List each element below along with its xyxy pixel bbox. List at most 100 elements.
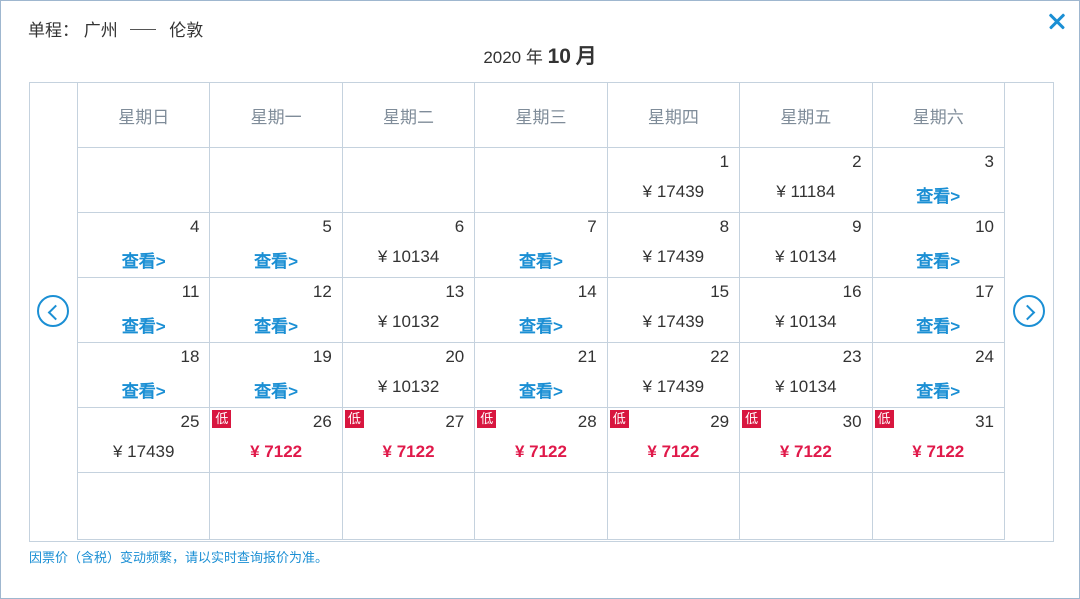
view-fare-link[interactable]: 查看> — [78, 312, 209, 337]
day-number: 25 — [180, 412, 200, 431]
calendar-day-cell[interactable]: 10 查看> — [871, 212, 1006, 278]
calendar-empty-cell — [209, 472, 343, 540]
calendar-week-row: 25 ¥ 17439 低 26 ¥ 7122 低 27 ¥ 7122 低 28 ¥ 7122 低 29 ¥… — [76, 407, 1006, 473]
route-summary: 单程： 广州 伦敦 — [28, 16, 203, 41]
view-fare-link[interactable]: 查看> — [210, 247, 341, 272]
fare-price[interactable]: ¥ 10134 — [740, 377, 871, 397]
calendar-day-cell[interactable]: 23 ¥ 10134 — [739, 342, 873, 408]
calendar-day-cell[interactable]: 18 查看> — [76, 342, 211, 408]
day-number: 30 — [842, 412, 862, 431]
fare-price[interactable]: ¥ 10134 — [740, 247, 871, 267]
trip-type-label: 单程： — [28, 21, 79, 40]
calendar-day-cell[interactable]: 22 ¥ 17439 — [606, 342, 741, 408]
calendar-day-cell[interactable]: 低 29 ¥ 7122 — [606, 407, 741, 473]
calendar-week-row — [76, 472, 1006, 540]
calendar-day-cell[interactable]: 低 27 ¥ 7122 — [341, 407, 476, 473]
day-number: 15 — [710, 282, 730, 301]
day-number: 13 — [445, 282, 465, 301]
weekday-header: 星期日 — [76, 82, 211, 148]
next-month-chevron-right-icon[interactable] — [1013, 295, 1045, 327]
view-fare-link[interactable]: 查看> — [873, 247, 1004, 272]
day-number: 2 — [852, 152, 862, 171]
fare-price[interactable]: ¥ 11184 — [740, 182, 871, 202]
day-number: 24 — [975, 347, 994, 366]
fare-price[interactable]: ¥ 17439 — [608, 377, 739, 397]
view-fare-link[interactable]: 查看> — [78, 247, 209, 272]
view-fare-link[interactable]: 查看> — [873, 312, 1004, 337]
prev-month-chevron-left-icon[interactable] — [37, 295, 69, 327]
calendar-day-cell[interactable]: 14 查看> — [474, 277, 608, 343]
calendar-grid: 星期日 星期一 星期二 星期三 星期四 星期五 星期六 1 ¥ 17439 2 ¥ 11184 3 查… — [76, 82, 1006, 540]
calendar-day-cell[interactable]: 19 查看> — [209, 342, 343, 408]
close-icon[interactable] — [1044, 8, 1070, 34]
lowest-fare-price[interactable]: ¥ 7122 — [343, 442, 474, 462]
calendar-day-cell[interactable]: 17 查看> — [871, 277, 1006, 343]
calendar-day-cell[interactable]: 7 查看> — [474, 212, 608, 278]
lowest-fare-price[interactable]: ¥ 7122 — [210, 442, 341, 462]
calendar-day-cell[interactable]: 20 ¥ 10132 — [341, 342, 476, 408]
day-number: 26 — [312, 412, 332, 431]
day-number: 19 — [312, 347, 332, 366]
day-number: 12 — [312, 282, 332, 301]
calendar-day-cell[interactable]: 15 ¥ 17439 — [606, 277, 741, 343]
day-number: 23 — [842, 347, 862, 366]
view-fare-link[interactable]: 查看> — [210, 312, 341, 337]
calendar-day-cell[interactable]: 6 ¥ 10134 — [341, 212, 476, 278]
calendar-day-cell[interactable]: 3 查看> — [871, 147, 1006, 213]
calendar-week-row: 18 查看> 19 查看> 20 ¥ 10132 21 查看> 22 ¥ 17439 23 ¥ 101… — [76, 342, 1006, 408]
calendar-week-row: 4 查看> 5 查看> 6 ¥ 10134 7 查看> 8 ¥ 17439 9 ¥ 10134 10 查看… — [76, 212, 1006, 278]
calendar-body: 1 ¥ 17439 2 ¥ 11184 3 查看> 4 查看> 5 查看> 6 ¥ 10134 7 查看>… — [76, 147, 1006, 540]
fare-price[interactable]: ¥ 10134 — [740, 312, 871, 332]
low-price-badge: 低 — [212, 410, 232, 428]
fare-price[interactable]: ¥ 17439 — [608, 247, 739, 267]
view-fare-link[interactable]: 查看> — [210, 377, 341, 402]
calendar-day-cell[interactable]: 12 查看> — [209, 277, 343, 343]
fare-price[interactable]: ¥ 10132 — [343, 377, 474, 397]
fare-price[interactable]: ¥ 10134 — [343, 247, 474, 267]
price-disclaimer: 因票价（含税）变动频繁，请以实时查询报价为准。 — [29, 550, 329, 565]
lowest-fare-price[interactable]: ¥ 7122 — [608, 442, 739, 462]
day-number: 11 — [181, 282, 200, 301]
fare-price[interactable]: ¥ 17439 — [78, 442, 209, 462]
calendar-day-cell[interactable]: 24 查看> — [871, 342, 1006, 408]
lowest-fare-price[interactable]: ¥ 7122 — [740, 442, 871, 462]
calendar-day-cell[interactable]: 2 ¥ 11184 — [739, 147, 873, 213]
weekday-header: 星期五 — [739, 82, 873, 148]
view-fare-link[interactable]: 查看> — [873, 182, 1004, 207]
weekday-header: 星期三 — [474, 82, 608, 148]
calendar-day-cell[interactable]: 4 查看> — [76, 212, 211, 278]
calendar-day-cell[interactable]: 16 ¥ 10134 — [739, 277, 873, 343]
month-title-year: 2020 年 — [483, 48, 543, 67]
view-fare-link[interactable]: 查看> — [873, 377, 1004, 402]
lowest-fare-price[interactable]: ¥ 7122 — [475, 442, 606, 462]
month-title-month: 10 — [547, 45, 571, 68]
view-fare-link[interactable]: 查看> — [475, 247, 606, 272]
view-fare-link[interactable]: 查看> — [475, 377, 606, 402]
calendar-empty-cell — [209, 147, 343, 213]
calendar-day-cell[interactable]: 低 31 ¥ 7122 — [871, 407, 1006, 473]
calendar-day-cell[interactable]: 9 ¥ 10134 — [739, 212, 873, 278]
calendar-day-cell[interactable]: 25 ¥ 17439 — [76, 407, 211, 473]
fare-price[interactable]: ¥ 10132 — [343, 312, 474, 332]
calendar-day-cell[interactable]: 1 ¥ 17439 — [606, 147, 741, 213]
day-number: 1 — [719, 152, 730, 171]
lowest-fare-price[interactable]: ¥ 7122 — [873, 442, 1004, 462]
view-fare-link[interactable]: 查看> — [78, 377, 209, 402]
calendar-day-cell[interactable]: 8 ¥ 17439 — [606, 212, 741, 278]
view-fare-link[interactable]: 查看> — [475, 312, 606, 337]
fare-price[interactable]: ¥ 17439 — [608, 182, 739, 202]
day-number: 18 — [180, 347, 200, 366]
calendar-empty-cell — [341, 472, 476, 540]
calendar-day-cell[interactable]: 21 查看> — [474, 342, 608, 408]
calendar-day-cell[interactable]: 5 查看> — [209, 212, 343, 278]
calendar-day-cell[interactable]: 低 30 ¥ 7122 — [739, 407, 873, 473]
origin-city: 广州 — [83, 21, 118, 40]
low-price-badge: 低 — [874, 410, 894, 428]
day-number: 14 — [577, 282, 597, 301]
calendar-day-cell[interactable]: 低 28 ¥ 7122 — [474, 407, 608, 473]
calendar-empty-cell — [739, 472, 873, 540]
calendar-day-cell[interactable]: 低 26 ¥ 7122 — [209, 407, 343, 473]
calendar-day-cell[interactable]: 13 ¥ 10132 — [341, 277, 476, 343]
fare-price[interactable]: ¥ 17439 — [608, 312, 739, 332]
calendar-day-cell[interactable]: 11 查看> — [76, 277, 211, 343]
